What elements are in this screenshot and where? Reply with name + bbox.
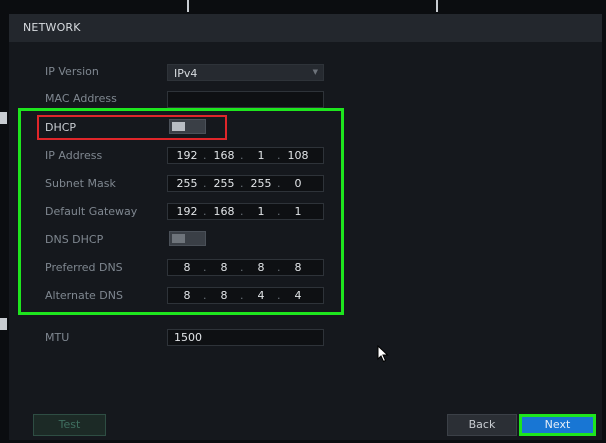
ip-version-select[interactable]: IPv4 ▼	[167, 64, 324, 81]
back-button[interactable]: Back	[447, 414, 517, 436]
ip-version-value: IPv4	[174, 67, 198, 80]
test-button[interactable]: Test	[33, 414, 106, 436]
mtu-input[interactable]: 1500	[167, 329, 324, 346]
frame-tick	[436, 0, 438, 12]
mac-address-field	[167, 91, 324, 108]
window-title: NETWORK	[23, 21, 81, 34]
frame-tick	[187, 0, 189, 12]
frame-tick	[0, 318, 7, 330]
next-button[interactable]: Next	[519, 414, 596, 436]
mouse-pointer-icon	[377, 345, 389, 363]
title-bar: NETWORK	[9, 14, 602, 42]
ip-version-label: IP Version	[45, 65, 99, 78]
mtu-value: 1500	[174, 331, 202, 344]
dhcp-highlight-box	[37, 115, 227, 140]
mtu-label: MTU	[45, 331, 70, 344]
frame-tick	[0, 112, 7, 124]
chevron-down-icon: ▼	[312, 68, 318, 76]
mac-address-label: MAC Address	[45, 92, 117, 105]
